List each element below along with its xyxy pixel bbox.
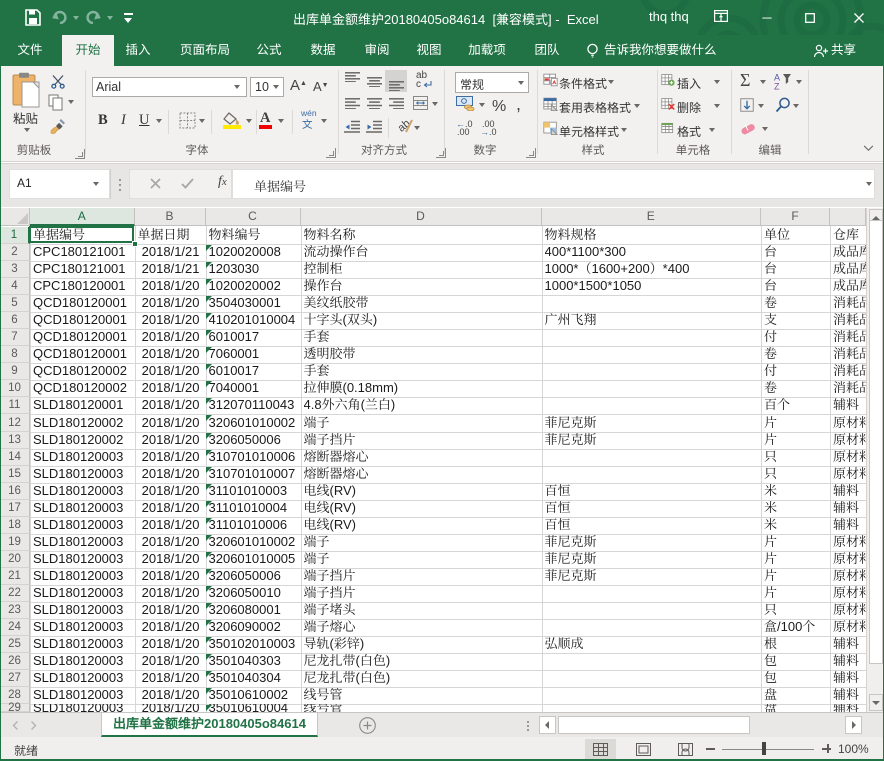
svg-text:Z: Z <box>774 82 780 91</box>
